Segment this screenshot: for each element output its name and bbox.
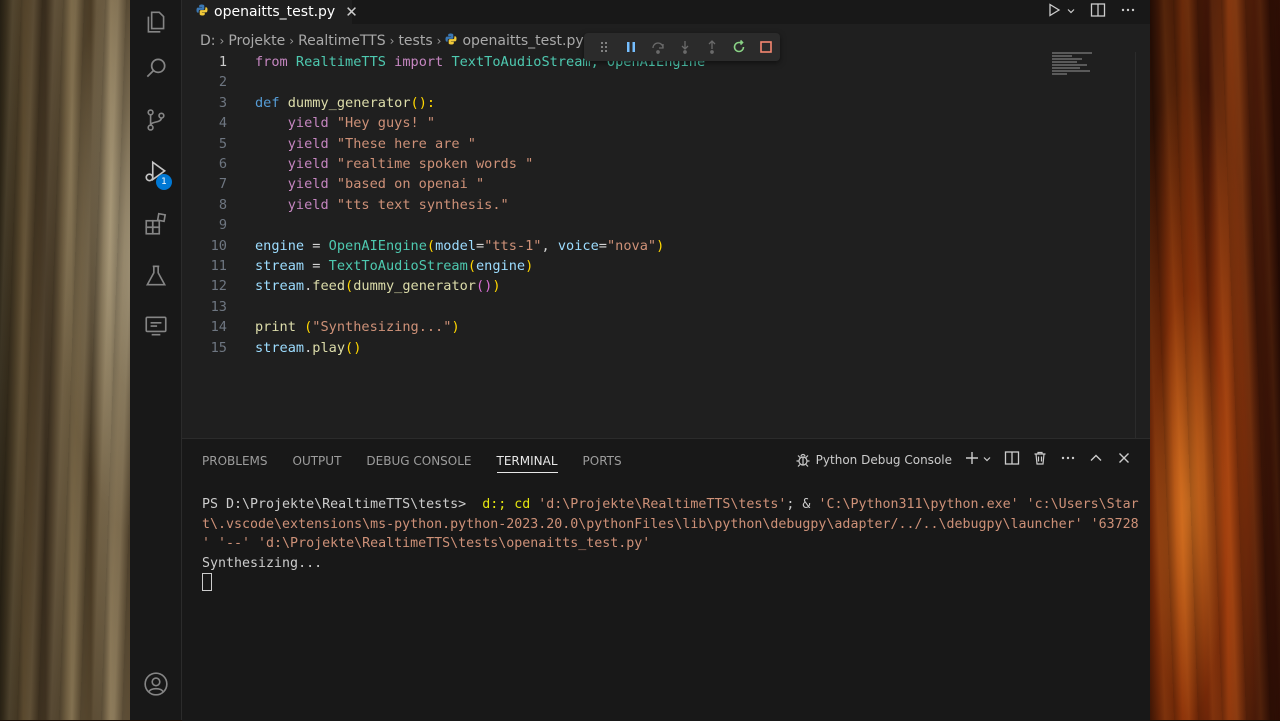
python-file-icon	[445, 33, 457, 49]
explorer-icon[interactable]	[130, 0, 181, 44]
terminal-line: Synthesizing...	[202, 555, 323, 571]
split-terminal-icon[interactable]	[1004, 450, 1020, 469]
line-number: 5	[218, 135, 227, 152]
tab-terminal[interactable]: TERMINAL	[496, 451, 558, 475]
step-into-icon[interactable]	[671, 33, 698, 61]
console-name-label: Python Debug Console	[815, 452, 952, 467]
debug-toolbar	[584, 33, 780, 61]
code-text: yield "These here are "	[255, 135, 476, 152]
chevron-down-icon[interactable]	[982, 453, 992, 467]
accounts-icon[interactable]	[130, 662, 181, 706]
line-number: 15	[210, 339, 227, 356]
editor-area: openaitts_test.py ✕ D: › Projekte › Real…	[182, 0, 1150, 438]
terminal-output[interactable]: PS D:\Projekte\RealtimeTTS\tests> d:; cd…	[202, 495, 1139, 593]
line-number: 8	[218, 196, 227, 213]
line-number: 1	[218, 54, 227, 70]
breadcrumb-item-drive[interactable]: D:	[200, 33, 216, 49]
code-text: stream.feed(dummy_generator())	[255, 278, 501, 295]
editor-scrollbar[interactable]	[1135, 52, 1150, 438]
debug-icon	[796, 453, 810, 467]
chevron-right-icon: ›	[289, 34, 295, 48]
chevron-down-icon[interactable]	[1066, 4, 1076, 20]
editor-tabs: openaitts_test.py ✕	[182, 0, 1150, 24]
search-icon[interactable]	[130, 46, 181, 90]
panel-tabs: PROBLEMS OUTPUT DEBUG CONSOLE TERMINAL P…	[202, 451, 647, 475]
more-actions-icon[interactable]	[1120, 2, 1136, 22]
line-number: 14	[210, 319, 227, 336]
tab-output[interactable]: OUTPUT	[293, 451, 342, 475]
breadcrumb-item-realtimetts[interactable]: RealtimeTTS	[298, 33, 386, 49]
run-file-icon[interactable]	[1046, 2, 1062, 22]
breadcrumb-item-projekte[interactable]: Projekte	[228, 33, 285, 49]
tab-problems[interactable]: PROBLEMS	[202, 451, 268, 475]
line-number: 4	[218, 115, 227, 132]
code-text: print ("Synthesizing...")	[255, 319, 460, 336]
code-text: yield "realtime spoken words "	[255, 156, 534, 172]
run-debug-icon[interactable]: 1	[130, 150, 181, 194]
tab-debug-console[interactable]: DEBUG CONSOLE	[366, 451, 471, 475]
trash-icon[interactable]	[1032, 450, 1048, 469]
debug-badge: 1	[156, 174, 172, 190]
terminal-line: ' '--' 'd:\Projekte\RealtimeTTS\tests\op…	[202, 536, 651, 551]
code-text: yield "based on openai "	[255, 176, 485, 193]
chevron-right-icon: ›	[389, 34, 395, 48]
desktop-background-left	[0, 0, 130, 720]
python-file-icon	[196, 4, 208, 20]
panel-actions: Python Debug Console	[795, 450, 1132, 469]
activity-bar: 1	[130, 0, 182, 720]
desktop-background-right	[1150, 0, 1280, 720]
extensions-icon[interactable]	[130, 202, 181, 246]
line-number: 6	[218, 156, 227, 172]
close-icon[interactable]: ✕	[345, 3, 358, 21]
close-panel-icon[interactable]	[1116, 450, 1132, 469]
terminal-line: t\.vscode\extensions\ms-python.python-20…	[202, 516, 1139, 532]
terminal-cursor	[202, 573, 212, 591]
split-editor-icon[interactable]	[1090, 2, 1106, 22]
bottom-panel: PROBLEMS OUTPUT DEBUG CONSOLE TERMINAL P…	[182, 438, 1150, 721]
terminal-line: PS D:\Projekte\RealtimeTTS\tests> d:; cd…	[202, 497, 1139, 512]
line-number: 11	[210, 258, 227, 274]
line-number: 13	[210, 298, 227, 315]
more-actions-icon[interactable]	[1060, 450, 1076, 469]
minimap[interactable]	[1052, 52, 1102, 82]
terminal-prompt-line	[202, 573, 1132, 593]
code-text: stream.play()	[255, 339, 362, 356]
tab-label: openaitts_test.py	[214, 4, 336, 20]
maximize-panel-icon[interactable]	[1088, 450, 1104, 469]
line-number: 12	[210, 278, 227, 295]
breadcrumb-item-file[interactable]: openaitts_test.py	[462, 33, 583, 49]
line-number: 2	[218, 74, 227, 91]
drag-handle-icon[interactable]	[590, 33, 617, 61]
tab-ports[interactable]: PORTS	[583, 451, 622, 475]
chevron-right-icon: ›	[219, 34, 225, 48]
code-text: engine = OpenAIEngine(model="tts-1", voi…	[255, 237, 665, 254]
line-number: 7	[218, 176, 227, 193]
code-text: def dummy_generator():	[255, 94, 436, 111]
editor-actions	[1046, 0, 1136, 24]
source-control-icon[interactable]	[130, 98, 181, 142]
breadcrumb-item-tests[interactable]: tests	[398, 33, 432, 49]
code-text: yield "Hey guys! "	[255, 115, 436, 132]
chevron-right-icon: ›	[436, 34, 442, 48]
new-terminal-icon[interactable]	[964, 450, 980, 469]
restart-icon[interactable]	[726, 33, 753, 61]
pause-icon[interactable]	[617, 33, 644, 61]
terminal-selector[interactable]: Python Debug Console	[795, 452, 952, 468]
testing-icon[interactable]	[130, 254, 181, 298]
tab-openaitts-test[interactable]: openaitts_test.py ✕	[182, 0, 358, 24]
code-text: stream = TextToAudioStream(engine)	[255, 258, 534, 274]
line-number: 10	[210, 237, 227, 254]
stop-icon[interactable]	[753, 33, 780, 61]
line-number: 9	[218, 217, 227, 234]
step-out-icon[interactable]	[699, 33, 726, 61]
breadcrumb: D: › Projekte › RealtimeTTS › tests › op…	[200, 30, 596, 52]
step-over-icon[interactable]	[644, 33, 671, 61]
remote-explorer-icon[interactable]	[130, 304, 181, 348]
code-text: yield "tts text synthesis."	[255, 196, 509, 213]
line-number: 3	[218, 94, 227, 111]
vscode-window: 1 openaitts_test.py ✕ D: › Projekte › Re…	[130, 0, 1150, 721]
